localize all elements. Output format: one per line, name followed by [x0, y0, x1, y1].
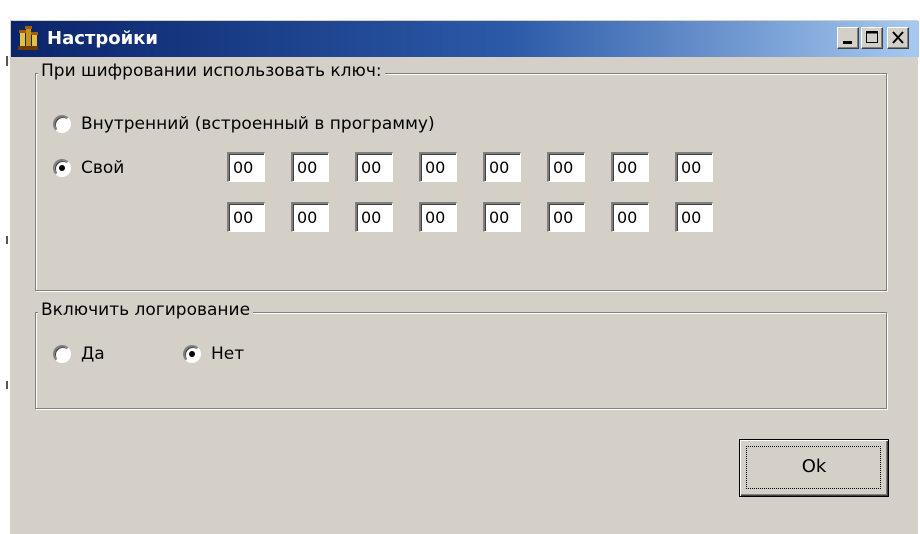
key-byte-input[interactable]: 00: [611, 202, 649, 232]
radio-internal-key[interactable]: Внутренний (встроенный в программу): [53, 114, 435, 134]
app-chess-icon: [18, 26, 38, 50]
radio-selected-dot: [189, 351, 195, 357]
close-button[interactable]: [887, 27, 909, 49]
radio-internal-label: Внутренний (встроенный в программу): [81, 114, 435, 134]
radio-no-label: Нет: [211, 344, 245, 364]
radio-selected-dot: [59, 165, 65, 171]
logging-group: Включить логирование: [35, 300, 887, 409]
edge-artifact: [6, 56, 8, 66]
key-byte-input[interactable]: 00: [355, 202, 393, 232]
radio-logging-yes[interactable]: Да: [53, 344, 105, 364]
key-byte-input[interactable]: 00: [227, 202, 265, 232]
key-byte-input[interactable]: 00: [419, 202, 457, 232]
maximize-icon: [866, 31, 878, 43]
key-byte-input[interactable]: 00: [611, 152, 649, 182]
key-byte-input[interactable]: 00: [291, 202, 329, 232]
ok-button[interactable]: Ok: [739, 439, 889, 497]
logging-group-legend: Включить логирование: [38, 300, 254, 320]
ok-button-label: Ok: [801, 456, 827, 477]
encryption-group-legend: При шифровании использовать ключ:: [38, 61, 385, 81]
settings-window: Настройки При шифровании использовать кл…: [10, 20, 919, 534]
radio-logging-no[interactable]: Нет: [183, 344, 244, 364]
key-byte-input[interactable]: 00: [291, 152, 329, 182]
key-byte-input[interactable]: 00: [227, 152, 265, 182]
key-byte-input[interactable]: 00: [419, 152, 457, 182]
key-byte-input[interactable]: 00: [675, 202, 713, 232]
key-byte-input[interactable]: 00: [675, 152, 713, 182]
close-icon: [892, 31, 904, 44]
maximize-button[interactable]: [861, 27, 883, 49]
radio-yes-circle[interactable]: [53, 345, 71, 363]
key-byte-input[interactable]: 00: [483, 202, 521, 232]
radio-own-label: Свой: [81, 158, 125, 178]
key-byte-input[interactable]: 00: [547, 202, 585, 232]
title-bar[interactable]: Настройки: [11, 21, 919, 57]
radio-yes-label: Да: [81, 344, 105, 364]
edge-artifact: [6, 381, 8, 389]
radio-internal-circle[interactable]: [53, 115, 71, 133]
minimize-button[interactable]: [837, 27, 859, 49]
encryption-key-group: При шифровании использовать ключ:: [35, 61, 887, 291]
edge-artifact: [6, 236, 8, 244]
key-byte-input[interactable]: 00: [483, 152, 521, 182]
minimize-icon: [843, 41, 852, 44]
radio-own-circle[interactable]: [53, 159, 71, 177]
window-title: Настройки: [47, 28, 159, 49]
key-byte-input[interactable]: 00: [547, 152, 585, 182]
radio-own-key[interactable]: Свой: [53, 158, 124, 178]
radio-no-circle[interactable]: [183, 345, 201, 363]
key-byte-input[interactable]: 00: [355, 152, 393, 182]
